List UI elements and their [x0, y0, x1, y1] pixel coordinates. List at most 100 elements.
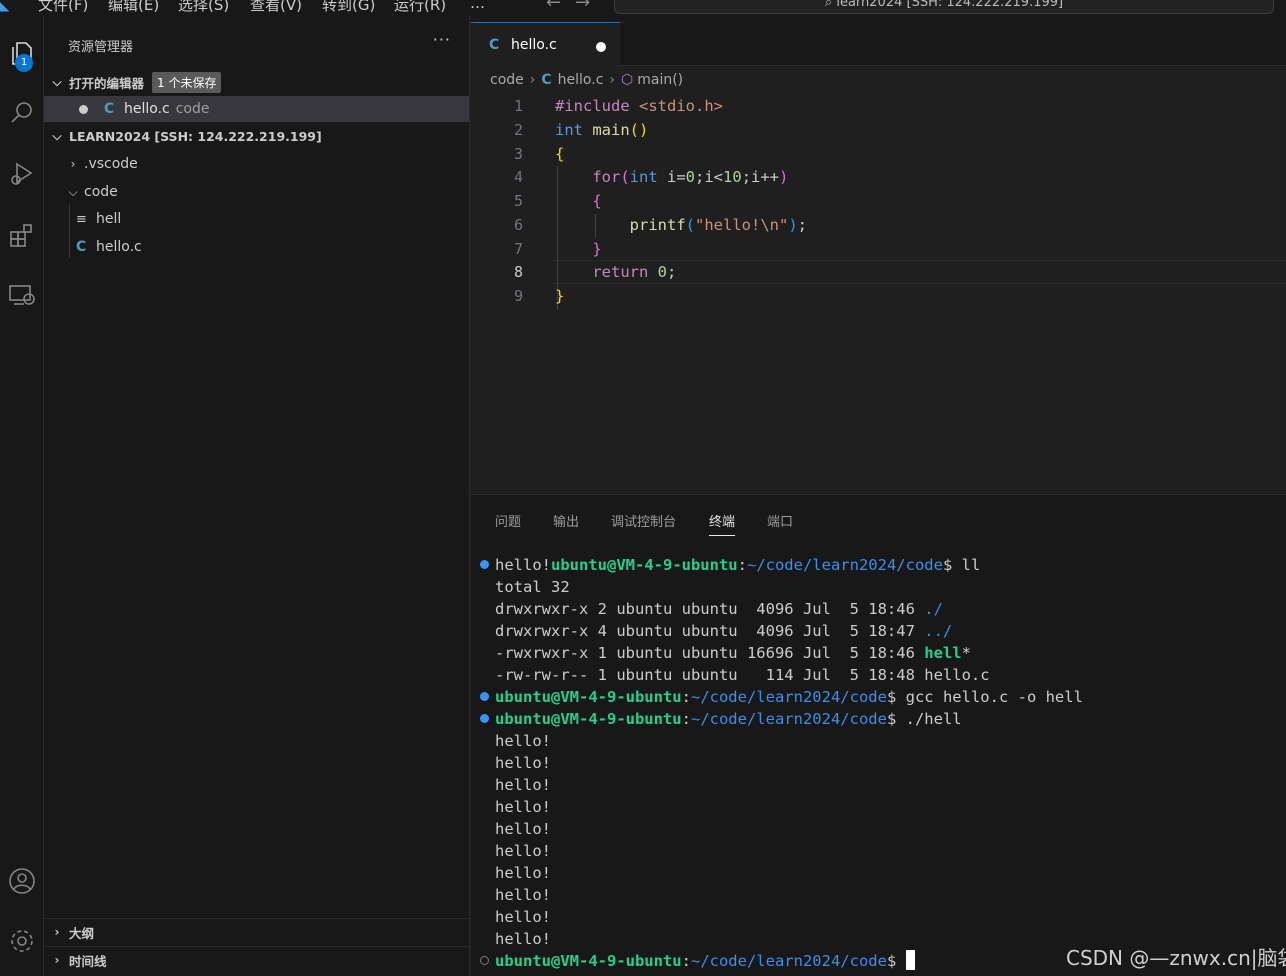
- panel-tab-debug-console[interactable]: 调试控制台: [611, 511, 676, 530]
- code-line-1: #include <stdio.h>: [555, 97, 723, 115]
- bottom-panel: 问题 输出 调试控制台 终端 端口 hello!ubuntu@VM-4-9-ub…: [471, 494, 1286, 976]
- account-icon[interactable]: [0, 858, 44, 904]
- ls-name: hello.c: [924, 666, 990, 684]
- explorer-badge: 1: [15, 54, 33, 72]
- open-editors-label: 打开的编辑器: [69, 75, 145, 91]
- terminal-line: drwxrwxr-x 2 ubuntu ubuntu 4096 Jul 5 18…: [495, 598, 943, 620]
- ls-suffix: *: [961, 644, 971, 662]
- panel-tab-output[interactable]: 输出: [553, 511, 579, 530]
- open-editors-section[interactable]: ⌵ 打开的编辑器 1 个未保存: [44, 69, 469, 95]
- ls-meta: drwxrwxr-x 2 ubuntu ubuntu 4096 Jul 5 18…: [495, 600, 925, 618]
- breadcrumb-folder[interactable]: code: [490, 72, 524, 88]
- outline-section[interactable]: › 大纲: [44, 919, 469, 945]
- program-output-line: hello!: [495, 754, 551, 772]
- panel-tab-terminal[interactable]: 终端: [709, 511, 736, 536]
- tree-item-hello-c[interactable]: C hello.c: [44, 234, 469, 260]
- method-cube-icon: ⬡: [621, 72, 634, 88]
- terminal-cursor[interactable]: [905, 950, 915, 970]
- nav-back-forward-icons[interactable]: ←→: [546, 0, 604, 13]
- terminal-command: ./hell: [896, 710, 962, 728]
- extensions-icon[interactable]: [0, 212, 44, 258]
- search-icon[interactable]: [0, 90, 44, 136]
- manage-gear-icon[interactable]: [0, 918, 44, 964]
- open-editor-filename: hello.c: [124, 101, 170, 117]
- panel-tab-problems[interactable]: 问题: [495, 511, 521, 530]
- prompt-user: ubuntu@VM-4-9-ubuntu: [495, 688, 682, 706]
- open-editor-hello-c[interactable]: C hello.c code: [44, 96, 469, 122]
- line-number-current: 8: [513, 263, 523, 281]
- prompt-path: ~/code/learn2024/code: [690, 688, 887, 706]
- explorer-sidebar: 资源管理器 ··· ⌵ 打开的编辑器 1 个未保存 C hello.c code…: [44, 16, 470, 976]
- code-line-3: {: [555, 145, 565, 163]
- unsaved-dot-icon[interactable]: [79, 104, 88, 114]
- prompt-path: ~/code/learn2024/code: [746, 556, 943, 574]
- c-file-icon: C: [489, 36, 500, 53]
- code-line-9: }: [555, 287, 565, 305]
- program-output-line: hello!: [495, 886, 551, 904]
- tab-hello-c[interactable]: C hello.c: [471, 22, 620, 66]
- code-line-8: return 0;: [592, 263, 677, 281]
- menu-go[interactable]: 转到(G): [322, 0, 375, 15]
- remote-explorer-icon[interactable]: [0, 272, 44, 318]
- terminal-line: hello!ubuntu@VM-4-9-ubuntu:~/code/learn2…: [495, 556, 981, 574]
- panel-tab-ports[interactable]: 端口: [767, 511, 793, 530]
- line-number: 2: [513, 121, 523, 139]
- chevron-right-icon: ›: [54, 953, 60, 967]
- code-line-5: {: [592, 192, 602, 210]
- command-decoration-icon[interactable]: [480, 692, 489, 701]
- activity-bar: 1: [0, 16, 44, 976]
- terminal-line: drwxrwxr-x 4 ubuntu ubuntu 4096 Jul 5 18…: [495, 620, 952, 642]
- workspace-section[interactable]: ⌵ LEARN2024 [SSH: 124.222.219.199]: [44, 123, 469, 149]
- command-center[interactable]: ⌕ learn2024 [SSH: 124.222.219.199]: [614, 0, 1274, 14]
- menu-file[interactable]: 文件(F): [38, 0, 88, 15]
- csdn-watermark: CSDN @—znwx.cn|脑袋: [1066, 946, 1286, 970]
- ls-name: ./: [924, 600, 943, 618]
- program-output-line: hello!: [495, 776, 551, 794]
- menu-edit[interactable]: 编辑(E): [108, 0, 159, 15]
- c-file-icon: C: [541, 72, 552, 88]
- code-line-4: for(int i=0;i<10;i++): [592, 168, 789, 186]
- ls-meta: drwxrwxr-x 4 ubuntu ubuntu 4096 Jul 5 18…: [495, 622, 925, 640]
- menu-more[interactable]: …: [470, 0, 485, 12]
- unsaved-badge: 1 个未保存: [152, 71, 222, 93]
- line-number: 5: [513, 192, 523, 210]
- line-number: 6: [513, 216, 523, 234]
- line-number: 7: [513, 240, 523, 258]
- terminal-line: ubuntu@VM-4-9-ubuntu:~/code/learn2024/co…: [495, 710, 962, 728]
- ls-name: ../: [924, 622, 953, 640]
- program-output-line: hello!: [495, 930, 551, 948]
- breadcrumb-file[interactable]: hello.c: [558, 72, 604, 88]
- chevron-right-icon: ›: [529, 72, 536, 88]
- terminal-output-text: hello!: [495, 556, 551, 574]
- tree-item-hell[interactable]: ≡ hell: [44, 206, 469, 232]
- command-decoration-icon[interactable]: [480, 714, 489, 723]
- tree-item-label: .vscode: [84, 156, 138, 172]
- menu-run[interactable]: 运行(R): [394, 0, 446, 15]
- ls-meta: -rw-rw-r-- 1 ubuntu ubuntu 114 Jul 5 18:…: [495, 666, 925, 684]
- tree-item-label: hello.c: [96, 239, 142, 255]
- breadcrumb: code › Chello.c › ⬡ main(): [490, 72, 683, 88]
- terminal-command: gcc hello.c -o hell: [896, 688, 1083, 706]
- prompt-dollar: $: [886, 710, 897, 728]
- prompt-user: ubuntu@VM-4-9-ubuntu: [495, 952, 682, 970]
- chevron-down-icon: ⌵: [52, 74, 62, 89]
- menu-view[interactable]: 查看(V): [250, 0, 302, 15]
- code-line-2: int main(): [555, 121, 649, 139]
- prompt-dollar: $: [886, 952, 897, 970]
- menu-selection[interactable]: 选择(S): [178, 0, 229, 15]
- breadcrumb-symbol[interactable]: main(): [637, 72, 683, 88]
- code-editor[interactable]: 1 2 3 4 5 6 7 8 9 #include <stdio.h> int…: [471, 94, 1286, 494]
- timeline-section[interactable]: › 时间线: [44, 947, 469, 973]
- ls-meta: -rwxrwxr-x 1 ubuntu ubuntu 16696 Jul 5 1…: [495, 644, 925, 662]
- tree-item-vscode[interactable]: › .vscode: [44, 151, 469, 177]
- unsaved-dot-icon[interactable]: [596, 42, 606, 52]
- open-editor-folder: code: [175, 101, 210, 117]
- run-debug-icon[interactable]: [0, 150, 44, 196]
- command-decoration-icon[interactable]: [480, 956, 489, 965]
- explorer-more-icon[interactable]: ···: [433, 30, 451, 49]
- tree-item-code[interactable]: ⌵ code: [44, 179, 469, 205]
- text-file-icon: ≡: [76, 211, 87, 227]
- terminal-command: ll: [952, 556, 981, 574]
- command-decoration-icon[interactable]: [480, 560, 489, 569]
- chevron-right-icon: ›: [54, 925, 60, 939]
